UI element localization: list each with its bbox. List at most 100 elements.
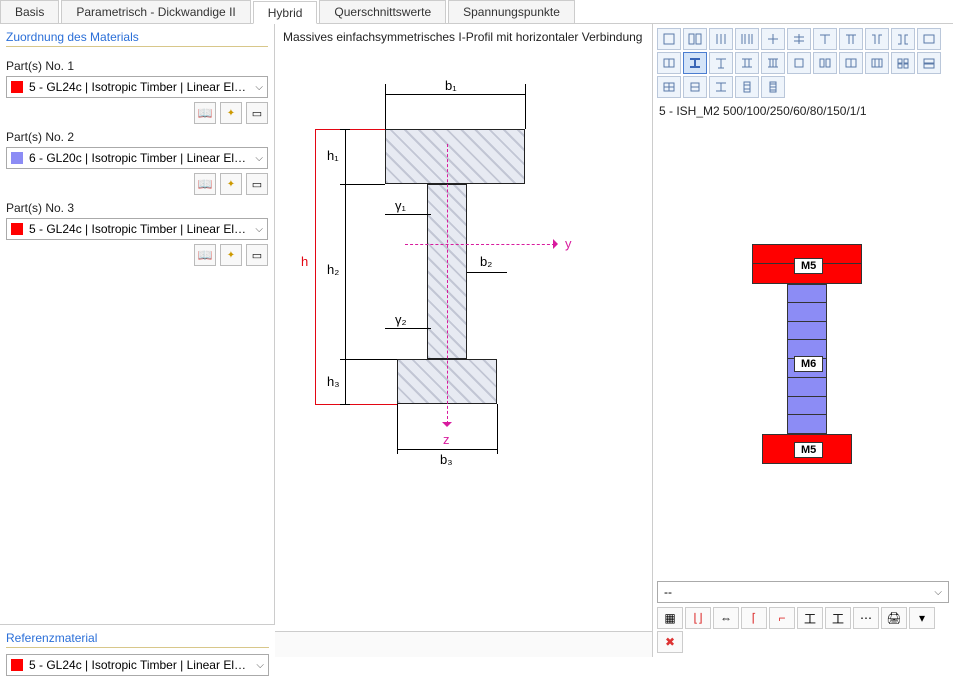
shape-btn-r2-12[interactable] <box>683 76 707 98</box>
shape-btn-2[interactable] <box>683 28 707 50</box>
shape-btn-r2-10[interactable] <box>917 52 941 74</box>
pv-bot-label: M5 <box>794 442 823 458</box>
shape-btn-r3-2[interactable] <box>735 76 759 98</box>
part1-material-text: 5 - GL24c | Isotropic Timber | Linear El… <box>29 80 251 94</box>
dim-h-line <box>315 129 316 404</box>
shape-btn-r2-8[interactable] <box>865 52 889 74</box>
tab-spannungspunkte[interactable]: Spannungspunkte <box>448 0 575 23</box>
part3-material-dropdown[interactable]: 5 - GL24c | Isotropic Timber | Linear El… <box>6 218 268 240</box>
section-preview: M5 M6 M5 <box>657 124 949 504</box>
shape-btn-i-selected[interactable] <box>683 52 707 74</box>
reference-material-panel: Referenzmaterial 5 - GL24c | Isotropic T… <box>0 624 275 682</box>
part2-material-text: 6 - GL20c | Isotropic Timber | Linear El… <box>29 151 251 165</box>
shape-btn-12[interactable] <box>657 52 681 74</box>
dim-h-tick-bot <box>315 404 397 405</box>
shape-btn-r2-7[interactable] <box>839 52 863 74</box>
tb-btn-8[interactable]: ⋯ <box>853 607 879 629</box>
shape-btn-6[interactable] <box>787 28 811 50</box>
shape-btn-4[interactable] <box>735 28 759 50</box>
tab-basis[interactable]: Basis <box>0 0 59 23</box>
part2-material-dropdown[interactable]: 6 - GL20c | Isotropic Timber | Linear El… <box>6 147 268 169</box>
part3-edit-button[interactable] <box>246 244 268 266</box>
tb-btn-4[interactable]: ⌈ <box>741 607 767 629</box>
shape-btn-9[interactable] <box>865 28 889 50</box>
chevron-down-icon: ⌵ <box>255 224 263 235</box>
shape-btn-1[interactable] <box>657 28 681 50</box>
part2-edit-button[interactable] <box>246 173 268 195</box>
shape-btn-r3-1[interactable] <box>709 76 733 98</box>
dim-b1-ext-left <box>385 84 386 129</box>
shape-btn-r2-6[interactable] <box>813 52 837 74</box>
reference-swatch <box>11 659 23 671</box>
chevron-down-icon: ⌵ <box>255 82 263 93</box>
printer-icon: 🖨 <box>886 611 901 625</box>
tb-btn-1[interactable]: ▦ <box>657 607 683 629</box>
chevron-down-icon: ⌵ <box>934 587 942 598</box>
diagram-panel: Massives einfachsymmetrisches I-Profil m… <box>275 24 653 657</box>
tb-btn-5[interactable]: ⌐ <box>769 607 795 629</box>
tb-btn-2[interactable]: ⌊⌋ <box>685 607 711 629</box>
dim-g2-label: γ₂ <box>395 312 407 327</box>
part1-material-dropdown[interactable]: 5 - GL24c | Isotropic Timber | Linear El… <box>6 76 268 98</box>
part1-edit-button[interactable] <box>246 102 268 124</box>
dim-hparts-line <box>345 129 346 404</box>
dim-b1-label: b₁ <box>445 78 457 93</box>
shape-btn-r2-3[interactable] <box>735 52 759 74</box>
shape-btn-10[interactable] <box>891 28 915 50</box>
part2-new-button[interactable] <box>220 173 242 195</box>
i-section2-icon: 工 <box>832 610 844 627</box>
tb-btn-3[interactable]: ⇔ <box>713 607 739 629</box>
shape-btn-8[interactable] <box>839 28 863 50</box>
shape-btn-r2-9[interactable] <box>891 52 915 74</box>
axis-z-line <box>447 144 448 424</box>
view-icon: ▦ <box>664 611 675 625</box>
dim-h3-label: h₃ <box>327 374 340 389</box>
shape-btn-r2-2[interactable] <box>709 52 733 74</box>
axis-y-arrow <box>553 239 563 249</box>
diagram-title: Massives einfachsymmetrisches I-Profil m… <box>275 24 652 50</box>
axis-y-label: y <box>565 236 572 251</box>
reference-material-dropdown[interactable]: 5 - GL24c | Isotropic Timber | Linear El… <box>6 654 269 676</box>
dim-h-tick-top <box>315 129 385 130</box>
part3-library-button[interactable] <box>194 244 216 266</box>
part2-library-button[interactable] <box>194 173 216 195</box>
tb-btn-7[interactable]: 工 <box>825 607 851 629</box>
part3-new-button[interactable] <box>220 244 242 266</box>
new-icon <box>227 249 235 261</box>
tb-btn-6[interactable]: 工 <box>797 607 823 629</box>
center-footer <box>275 631 652 657</box>
shape-btn-r2-11[interactable] <box>657 76 681 98</box>
tb-btn-print-menu[interactable]: ▾ <box>909 607 935 629</box>
dim-b2-label: b₂ <box>480 254 492 269</box>
preview-dropdown[interactable]: -- ⌵ <box>657 581 949 603</box>
book-icon <box>198 248 213 262</box>
part1-label: Part(s) No. 1 <box>6 59 268 73</box>
pv-top-label: M5 <box>794 258 823 274</box>
chevron-down-icon: ▾ <box>919 611 925 625</box>
tb-btn-print[interactable]: 🖨 <box>881 607 907 629</box>
shape-palette <box>657 28 949 98</box>
shape-btn-r2-4[interactable] <box>761 52 785 74</box>
more-icon: ⋯ <box>860 611 872 625</box>
shape-btn-r3-3[interactable] <box>761 76 785 98</box>
dim-h2-label: h₂ <box>327 262 339 277</box>
part1-new-button[interactable] <box>220 102 242 124</box>
tab-hybrid[interactable]: Hybrid <box>253 1 318 24</box>
shape-btn-5[interactable] <box>761 28 785 50</box>
dim-b3-ext-left <box>397 404 398 454</box>
dim-h-tick1 <box>340 129 350 130</box>
section-name-label: 5 - ISH_M2 500/100/250/60/80/150/1/1 <box>659 104 947 118</box>
part1-library-button[interactable] <box>194 102 216 124</box>
shape-btn-3[interactable] <box>709 28 733 50</box>
material-panel-title: Zuordnung des Materials <box>6 30 268 47</box>
dim-b1-line <box>385 94 525 95</box>
dimension-icon: ⇔ <box>720 611 732 625</box>
preview-panel: 5 - ISH_M2 500/100/250/60/80/150/1/1 M5 … <box>653 24 953 657</box>
shape-btn-7[interactable] <box>813 28 837 50</box>
tab-parametrisch[interactable]: Parametrisch - Dickwandige II <box>61 0 250 23</box>
tb-btn-delete[interactable]: ✖ <box>657 631 683 653</box>
tab-querschnittswerte[interactable]: Querschnittswerte <box>319 0 446 23</box>
reference-material-title: Referenzmaterial <box>6 631 269 648</box>
shape-btn-r2-5[interactable] <box>787 52 811 74</box>
shape-btn-11[interactable] <box>917 28 941 50</box>
